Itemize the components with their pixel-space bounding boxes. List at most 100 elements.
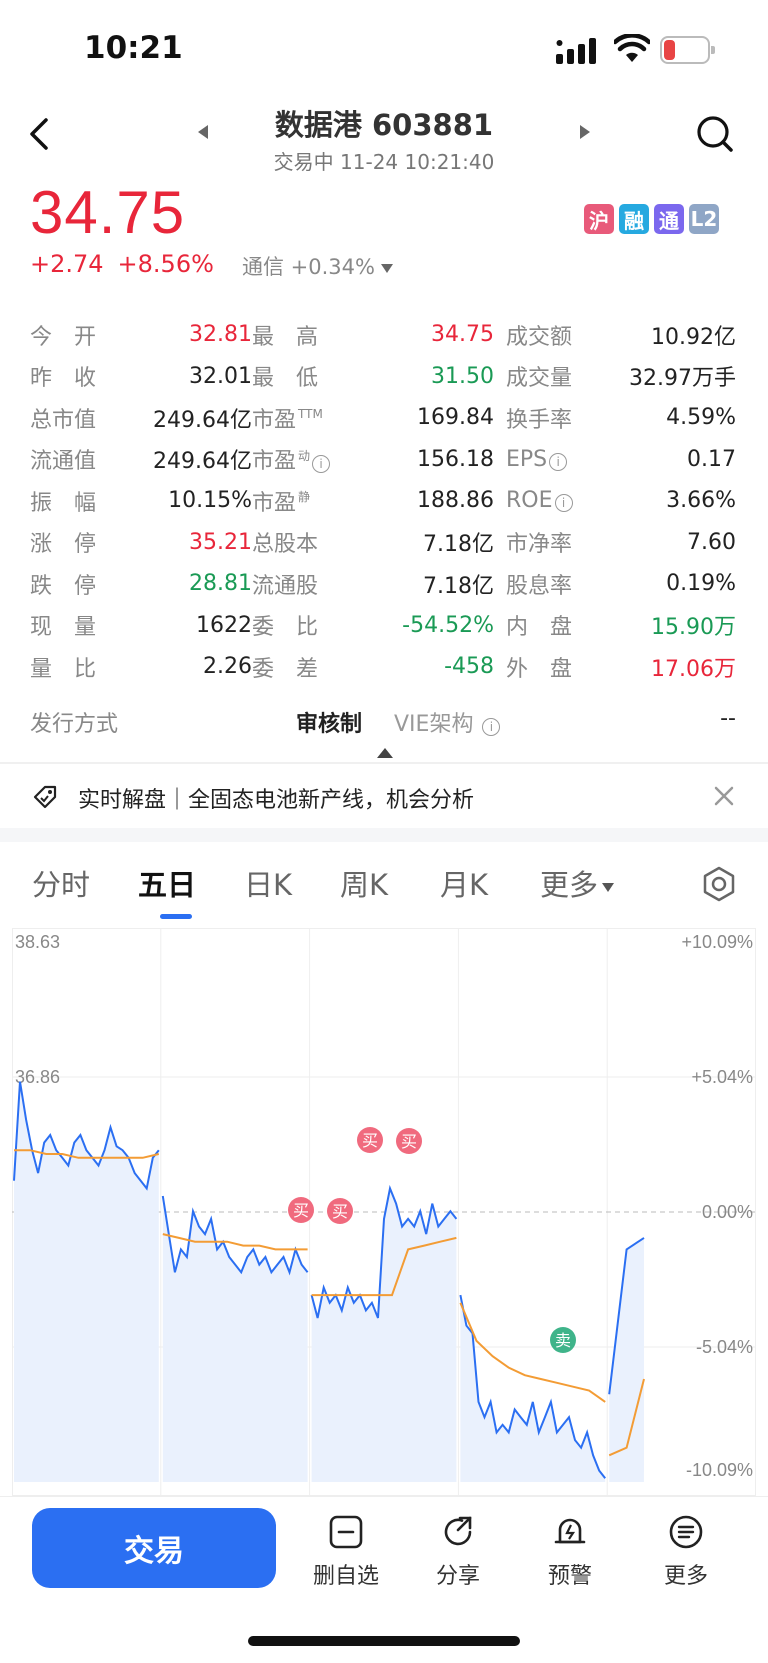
stat-label: EPS i [506, 447, 596, 472]
svg-text:买: 买 [293, 1201, 309, 1220]
cellular-signal-icon [556, 38, 596, 64]
trade-status: 交易中 11-24 10:21:40 [273, 150, 495, 174]
change-amount: +2.74 [30, 250, 104, 278]
market-badge: L2 [689, 204, 719, 234]
stats-row: 流通值 249.64亿 市盈 动i 156.18 EPS i 0.17 [30, 439, 736, 481]
stat-label: 市盈 动i [252, 443, 362, 475]
stat-label: 成交额 [506, 324, 573, 350]
battery-icon: 8 [660, 36, 715, 64]
stat-label: 流通值 [30, 449, 97, 475]
stat-label: 昨 收 [30, 366, 97, 392]
tab-five-day[interactable]: 五日 [138, 862, 196, 904]
home-indicator[interactable] [248, 1636, 520, 1646]
stat-value: 28.81 [189, 571, 252, 597]
stat-cell[interactable]: 市盈 动i 156.18 [252, 443, 494, 475]
stat-value: 32.97万手 [629, 366, 736, 392]
stat-cell: 市盈静 188.86 [252, 485, 494, 517]
svg-text:买: 买 [401, 1132, 417, 1151]
y-tick-label: 36.86 [15, 1067, 60, 1087]
tab-monthly-k[interactable]: 月K [440, 862, 488, 904]
quote-stats-grid: 今 开 32.81 最 高 34.75 成交额 10.92亿昨 收 32.01 最 低 31.5… [30, 314, 736, 688]
stat-cell: 成交额 10.92亿 [494, 319, 736, 351]
stat-label: 换手率 [506, 407, 573, 433]
alert-label: 预警 [547, 1564, 592, 1589]
buy-marker[interactable]: 买 [288, 1197, 314, 1223]
info-icon[interactable]: i [554, 494, 573, 513]
wifi-icon [614, 34, 650, 62]
tab-intraday[interactable]: 分时 [32, 862, 90, 904]
stat-label: 最 低 [252, 366, 319, 392]
stat-value: 35.21 [189, 529, 252, 555]
tab-more[interactable]: 更多 [540, 862, 615, 904]
remove-watchlist-button[interactable]: 删自选 [296, 1508, 396, 1590]
stat-label: 市盈 TTM [252, 407, 323, 433]
sector-label: 通信 +0.34% [242, 255, 375, 279]
status-bar: 10:21 8 [0, 0, 768, 95]
stat-value: 10.92亿 [651, 324, 736, 350]
vie-label[interactable]: VIE架构 i [394, 706, 501, 738]
chart-tabs: 分时 五日 日K 周K 月K 更多 [0, 862, 768, 922]
stats-row: 现 量 1622 委 比 -54.52% 内 盘 15.90万 [30, 605, 736, 647]
stat-cell[interactable]: ROE i 3.66% [494, 488, 736, 513]
stat-cell: 市盈 TTM 169.84 [252, 402, 494, 434]
share-icon [444, 1516, 472, 1546]
info-icon[interactable]: i [549, 452, 568, 471]
stat-cell: 流通值 249.64亿 [30, 443, 252, 475]
alert-button[interactable]: 预警 [520, 1508, 620, 1590]
y-tick-label-pct: -10.09% [686, 1460, 753, 1480]
share-button[interactable]: 分享 [408, 1508, 508, 1590]
collapse-icon[interactable] [377, 748, 393, 758]
stat-cell: 市净率 7.60 [494, 526, 736, 558]
stat-label: 股息率 [506, 573, 573, 599]
sector-dropdown[interactable]: 通信 +0.34% [242, 251, 393, 281]
stat-label: 振 幅 [30, 490, 97, 516]
close-icon[interactable] [712, 784, 736, 808]
stat-cell: 内 盘 15.90万 [494, 609, 736, 641]
stat-cell: 总股本 7.18亿 [252, 526, 494, 558]
stats-row: 昨 收 32.01 最 低 31.50 成交量 32.97万手 [30, 356, 736, 398]
buy-marker[interactable]: 买 [327, 1198, 353, 1224]
stat-cell[interactable]: EPS i 0.17 [494, 447, 736, 472]
stat-value: 156.18 [417, 446, 494, 472]
buy-marker[interactable]: 买 [357, 1127, 383, 1153]
search-icon[interactable] [695, 114, 735, 154]
sell-marker[interactable]: 卖 [550, 1327, 576, 1353]
stat-value: 169.84 [417, 405, 494, 431]
stat-value: 7.18亿 [423, 532, 494, 558]
next-stock-icon[interactable] [578, 124, 592, 140]
stat-value: 7.60 [687, 529, 736, 555]
stats-row: 今 开 32.81 最 高 34.75 成交额 10.92亿 [30, 314, 736, 356]
chart-settings-icon[interactable] [701, 866, 737, 902]
stat-label: 总市值 [30, 407, 97, 433]
stat-value: 31.50 [431, 363, 494, 389]
market-badge: 沪 [584, 204, 614, 234]
stat-cell: 委 比 -54.52% [252, 609, 494, 641]
buy-marker[interactable]: 买 [396, 1128, 422, 1154]
five-day-chart[interactable]: 38.63+10.09%36.86+5.04%35.090.00%33.32-5… [12, 928, 756, 1496]
info-icon[interactable]: i [312, 455, 331, 474]
stat-cell: 总市值 249.64亿 [30, 402, 252, 434]
stat-value: 10.15% [168, 488, 252, 514]
stat-value: 32.01 [189, 363, 252, 389]
issue-method-value: 审核制 [296, 712, 363, 737]
stat-label: 外 盘 [506, 656, 573, 682]
stats-row: 总市值 249.64亿 市盈 TTM 169.84 换手率 4.59% [30, 397, 736, 439]
stat-cell: 今 开 32.81 [30, 319, 252, 351]
more-button[interactable]: 更多 [636, 1508, 736, 1590]
stat-cell: 最 低 31.50 [252, 360, 494, 392]
stats-row: 量 比 2.26 委 差 -458 外 盘 17.06万 [30, 646, 736, 688]
active-tab-indicator [160, 914, 192, 919]
svg-text:买: 买 [332, 1202, 348, 1221]
y-tick-label-pct: +10.09% [681, 932, 753, 952]
issue-method-label: 发行方式 [30, 712, 119, 737]
trade-button[interactable]: 交易 [32, 1508, 276, 1588]
tab-daily-k[interactable]: 日K [244, 862, 292, 904]
stat-cell: 委 差 -458 [252, 651, 494, 683]
news-banner[interactable]: 实时解盘｜全固态电池新产线，机会分析 [0, 764, 768, 828]
y-tick-label: 38.63 [15, 932, 60, 952]
stat-value: 0.17 [687, 446, 736, 472]
stat-label: 最 高 [252, 324, 319, 350]
y-tick-label-pct: +5.04% [691, 1067, 753, 1087]
stat-label: ROE i [506, 488, 596, 513]
tab-weekly-k[interactable]: 周K [340, 862, 388, 904]
